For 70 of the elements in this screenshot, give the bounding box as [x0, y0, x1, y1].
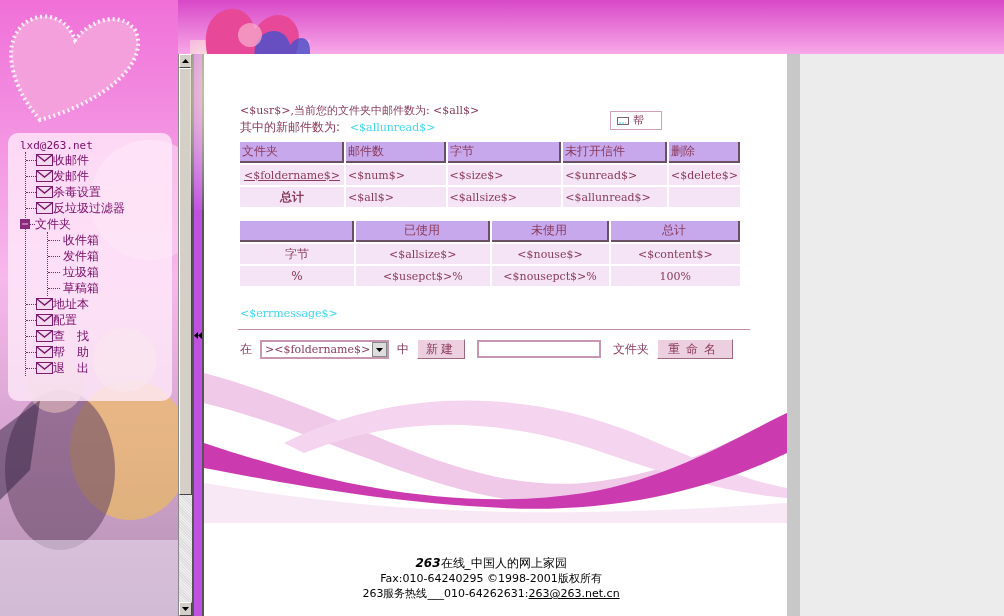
mail-count-text: <$usr$>,当前您的文件夹中邮件数为: <$all$>: [240, 103, 481, 119]
help-button[interactable]: 帮: [610, 111, 662, 130]
double-arrow-icon[interactable]: [194, 331, 202, 339]
tree-item[interactable]: 垃圾箱: [63, 265, 99, 279]
mail-icon: [36, 154, 53, 166]
mail-icon: [36, 346, 53, 358]
tree-item[interactable]: 发件箱: [63, 249, 99, 263]
tree-item[interactable]: 收邮件: [53, 153, 89, 167]
new-button[interactable]: 新建: [417, 339, 466, 359]
table-cell: <$allsize$>: [447, 187, 562, 207]
mail-icon: [36, 170, 53, 182]
table-cell: <$all$>: [345, 187, 446, 207]
table-cell: 100%: [610, 266, 740, 286]
scroll-down-icon[interactable]: [182, 607, 189, 611]
table-cell: <$content$>: [610, 244, 740, 264]
table-cell: <$unread$>: [563, 165, 668, 185]
tree-item[interactable]: 杀毒设置: [53, 185, 101, 199]
table-cell: <$nouse$>: [491, 244, 609, 264]
column-header: 未使用: [491, 221, 609, 242]
table-cell: 总计: [240, 187, 344, 207]
table-cell: <$allsize$>: [356, 244, 490, 264]
column-header: 总计: [610, 221, 740, 242]
tree-item[interactable]: 地址本: [53, 297, 89, 311]
form-label: 在: [240, 340, 252, 358]
table-cell: <$usepct$>%: [356, 266, 490, 286]
copyright-text: Fax:010-64240295 ©1998-2001版权所有: [380, 571, 602, 586]
email-link[interactable]: 263@263.net.cn: [528, 587, 620, 600]
table-cell: 字节: [240, 244, 355, 264]
tree-item[interactable]: 发邮件: [53, 169, 89, 183]
column-header[interactable]: 邮件数: [345, 142, 446, 163]
table-cell: <$allunread$>: [563, 187, 668, 207]
table-cell: %: [240, 266, 355, 286]
table-cell: <$nousepct$>%: [491, 266, 609, 286]
tree-item[interactable]: 帮 助: [53, 345, 89, 359]
tree-item[interactable]: 文件夹: [35, 217, 71, 231]
tree-item[interactable]: 退 出: [53, 361, 89, 375]
hotline-text: 263服务热线___010-64262631:263@263.net.cn: [362, 586, 620, 601]
column-header[interactable]: 字节: [447, 142, 562, 163]
account-name: lxd@263.net: [20, 139, 94, 152]
window-icon: [617, 116, 629, 125]
tree-item[interactable]: 收件箱: [63, 233, 99, 247]
column-header: 已使用: [356, 221, 490, 242]
column-header[interactable]: 文件夹: [240, 142, 344, 163]
column-header[interactable]: 未打开信件: [563, 142, 668, 163]
scrollbar-thumb[interactable]: [179, 68, 192, 495]
mail-icon: [36, 330, 53, 342]
scroll-up-icon[interactable]: [182, 59, 189, 63]
error-message: <$errmessage$>: [240, 307, 339, 320]
unread-label: 其中的新邮件数为:: [240, 120, 341, 134]
rename-button[interactable]: 重命名: [657, 339, 734, 359]
unread-count: <$allunread$>: [349, 121, 436, 134]
mail-icon: [36, 314, 53, 326]
column-header[interactable]: 删除: [669, 142, 740, 163]
folder-select[interactable]: ><$foldername$>: [260, 339, 390, 359]
mail-icon: [36, 202, 53, 214]
mail-icon: [36, 298, 53, 310]
footer-title: 263在线_中国人的网上家园: [415, 556, 567, 571]
tree-item[interactable]: 查 找: [53, 329, 89, 343]
mail-icon: [36, 186, 53, 198]
form-label: 文件夹: [613, 340, 650, 358]
table-cell: <$num$>: [345, 165, 446, 185]
tree-item[interactable]: 配置: [53, 313, 77, 327]
mail-icon: [36, 362, 53, 374]
table-cell: <$size$>: [447, 165, 562, 185]
form-label: 中: [397, 340, 410, 358]
folder-name-field[interactable]: [477, 340, 602, 358]
table-cell: <$delete$>: [669, 165, 740, 185]
tree-item[interactable]: 反垃圾过滤器: [53, 201, 125, 215]
dropdown-icon: [372, 341, 388, 357]
tree-item[interactable]: 草稿箱: [63, 281, 99, 295]
